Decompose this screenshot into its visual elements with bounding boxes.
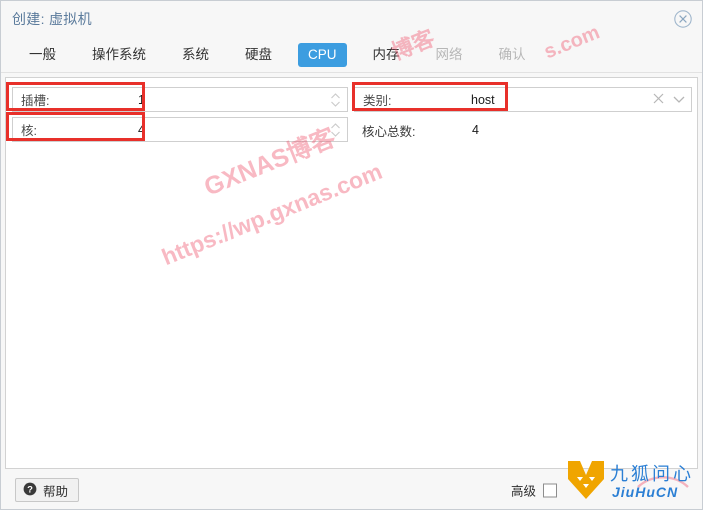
sockets-input[interactable]: 插槽: 1 (12, 87, 348, 112)
total-cores-label: 核心总数: (362, 124, 416, 139)
sockets-row: 插槽: 1 (12, 87, 348, 112)
tab-memory[interactable]: 内存 (363, 43, 410, 67)
spinner-up-down-icon[interactable] (330, 92, 341, 108)
advanced-checkbox-box[interactable] (543, 483, 557, 497)
dialog-titlebar: 创建: 虚拟机 (1, 1, 702, 37)
tab-general[interactable]: 一般 (19, 43, 66, 67)
cpu-type-label: 类别: (363, 94, 392, 108)
tab-confirm: 确认 (498, 46, 526, 62)
cpu-type-controls (653, 91, 685, 109)
total-cores-value: 4 (472, 123, 479, 137)
create-vm-dialog: 创建: 虚拟机 一般 操作系统 系统 硬盘 CPU 内存 网络 确认 插槽: 1 (0, 0, 703, 510)
cpu-type-select[interactable]: 类别: host (354, 87, 692, 112)
cpu-type-row: 类别: host (354, 87, 692, 112)
watermark-url: https://wp.gxnas.com (158, 157, 386, 271)
close-icon[interactable] (672, 8, 694, 30)
cores-value: 4 (138, 122, 145, 137)
page-title: 创建: 虚拟机 (12, 11, 92, 27)
tab-disk[interactable]: 硬盘 (235, 43, 282, 67)
clear-x-icon[interactable] (653, 91, 664, 109)
advanced-label: 高级 (510, 484, 536, 499)
cores-input[interactable]: 核: 4 (12, 117, 348, 142)
spinner-up-down-icon[interactable] (330, 122, 341, 138)
dialog-footer: ? 帮助 高级 (1, 471, 702, 509)
tab-system[interactable]: 系统 (172, 43, 219, 67)
advanced-checkbox[interactable]: 高级 (511, 481, 557, 500)
tab-cpu[interactable]: CPU (298, 42, 347, 67)
help-button[interactable]: ? 帮助 (15, 478, 80, 502)
sockets-label: 插槽: (21, 94, 50, 108)
question-mark-icon: ? (23, 482, 37, 499)
cpu-settings-panel: 插槽: 1 核: 4 类别: host 核心总数: 4 GXNAS博客 http… (5, 77, 698, 469)
tab-os[interactable]: 操作系统 (82, 43, 156, 67)
svg-text:?: ? (27, 484, 33, 495)
sockets-value: 1 (138, 92, 145, 107)
tab-network: 网络 (435, 46, 463, 62)
total-cores-row: 核心总数: 4 (362, 119, 479, 141)
tab-bar: 一般 操作系统 系统 硬盘 CPU 内存 网络 确认 (1, 37, 702, 73)
chevron-down-icon[interactable] (673, 91, 685, 109)
cpu-type-value: host (471, 92, 495, 107)
help-button-label: 帮助 (43, 484, 69, 499)
cores-row: 核: 4 (12, 117, 348, 142)
cores-label: 核: (21, 124, 37, 138)
